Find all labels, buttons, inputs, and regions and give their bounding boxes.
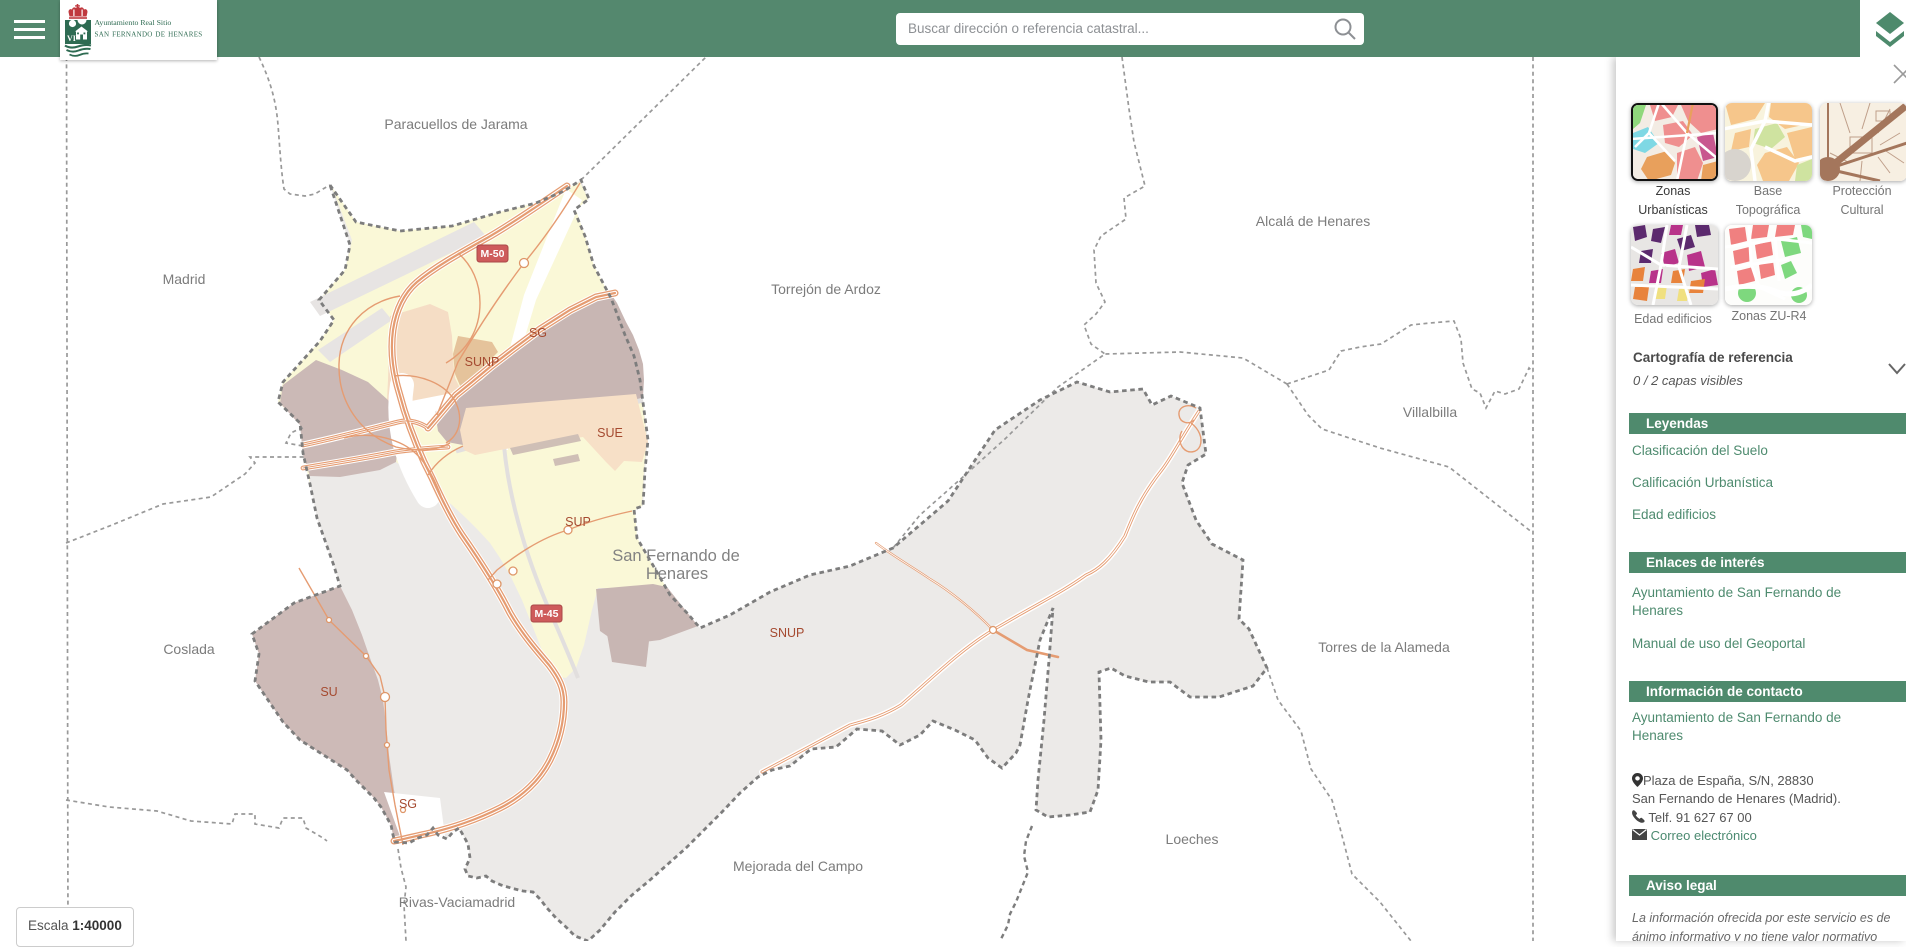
svg-text:Rivas-Vaciamadrid: Rivas-Vaciamadrid — [399, 894, 515, 910]
svg-text:Torres de la Alameda: Torres de la Alameda — [1318, 639, 1450, 655]
svg-text:Ayuntamiento Real Sitio: Ayuntamiento Real Sitio — [95, 18, 172, 27]
svg-text:san fernando de henares: san fernando de henares — [95, 29, 203, 40]
svg-text:M-50: M-50 — [481, 248, 505, 260]
svg-text:Paracuellos de Jarama: Paracuellos de Jarama — [384, 116, 527, 132]
svg-text:Villalbilla: Villalbilla — [1403, 404, 1457, 420]
svg-text:Madrid: Madrid — [163, 271, 206, 287]
svg-text:VI: VI — [67, 34, 76, 43]
svg-text:SUP: SUP — [565, 515, 591, 529]
svg-text:SUE: SUE — [597, 426, 623, 440]
svg-text:Henares: Henares — [646, 565, 708, 583]
svg-text:Loeches: Loeches — [1166, 831, 1219, 847]
svg-text:SU: SU — [320, 685, 337, 699]
svg-text:Coslada: Coslada — [163, 641, 215, 657]
svg-text:SNUP: SNUP — [770, 626, 805, 640]
svg-text:Mejorada del Campo: Mejorada del Campo — [733, 858, 863, 874]
svg-text:San Fernando de: San Fernando de — [612, 547, 740, 565]
svg-text:SG: SG — [399, 797, 417, 811]
svg-text:Torrejón de Ardoz: Torrejón de Ardoz — [771, 281, 881, 297]
svg-text:M-45: M-45 — [535, 608, 559, 620]
svg-text:SG: SG — [529, 326, 547, 340]
svg-text:SUNP: SUNP — [465, 355, 500, 369]
svg-text:Alcalá de Henares: Alcalá de Henares — [1256, 213, 1370, 229]
